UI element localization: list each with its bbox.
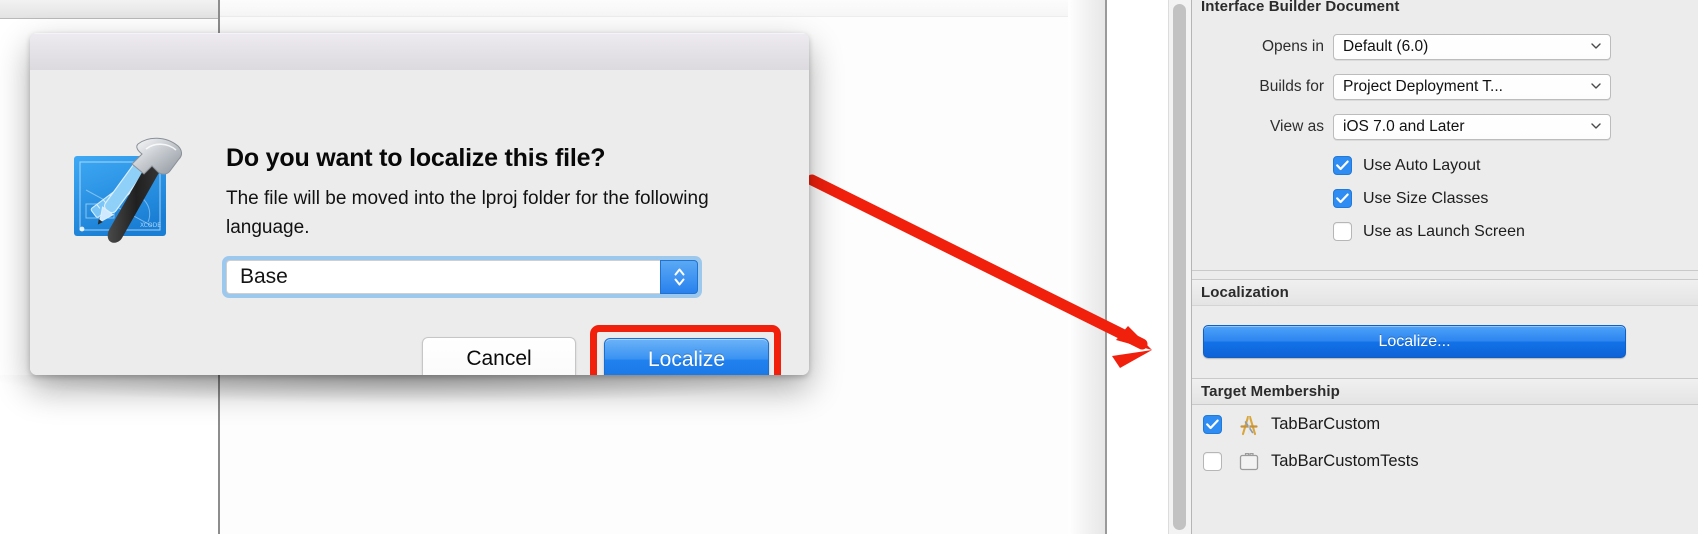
checkbox-use-auto-layout[interactable] — [1333, 156, 1352, 175]
label-use-size-classes: Use Size Classes — [1363, 189, 1489, 207]
dialog-titlebar[interactable] — [30, 33, 809, 71]
label-use-as-launch-screen: Use as Launch Screen — [1363, 222, 1525, 240]
row-opens-in: Opens in Default (6.0) — [1192, 34, 1698, 60]
screen-root: Interface Builder Document Opens in Defa… — [0, 0, 1698, 534]
cancel-button-label: Cancel — [466, 347, 532, 370]
inspector-content: Interface Builder Document Opens in Defa… — [1191, 0, 1698, 534]
svg-text:XCODE: XCODE — [140, 222, 161, 229]
annotation-highlight-box — [590, 325, 781, 375]
test-bundle-target-icon — [1236, 450, 1262, 474]
label-opens-in: Opens in — [1261, 38, 1324, 55]
section-divider — [1192, 270, 1698, 271]
dialog-title: Do you want to localize this file? — [226, 144, 606, 172]
localize-button[interactable]: Localize... — [1203, 325, 1626, 358]
target-membership-list: TabBarCustom TabBarCustomTests — [1192, 406, 1698, 480]
dialog-body: XCODE Do you want to localize this file?… — [30, 70, 809, 375]
checkbox-target-tabbarcustom[interactable] — [1203, 415, 1222, 434]
checkbox-use-as-launch-screen[interactable] — [1333, 222, 1352, 241]
select-opens-in-value: Default (6.0) — [1343, 38, 1429, 55]
target-membership-row-tests[interactable]: TabBarCustomTests — [1192, 443, 1698, 480]
language-select-stepper-icon[interactable] — [660, 260, 698, 294]
checkbox-row-use-as-launch-screen[interactable]: Use as Launch Screen — [1333, 222, 1525, 241]
select-builds-for-value: Project Deployment T... — [1343, 78, 1503, 95]
language-select-value: Base — [240, 265, 288, 288]
select-builds-for[interactable]: Project Deployment T... — [1333, 74, 1611, 100]
label-view-as: View as — [1270, 118, 1324, 135]
section-header-target-membership: Target Membership — [1192, 378, 1698, 405]
section-header-localization: Localization — [1192, 279, 1698, 306]
section-title-interface-builder-document: Interface Builder Document — [1201, 0, 1400, 15]
chevron-down-icon — [1591, 41, 1601, 51]
chevron-down-icon — [1591, 121, 1601, 131]
inspector-scrollbar-thumb[interactable] — [1173, 4, 1186, 530]
localize-button-label: Localize... — [1378, 332, 1451, 350]
checkbox-row-use-size-classes[interactable]: Use Size Classes — [1333, 189, 1488, 208]
checkbox-row-use-auto-layout[interactable]: Use Auto Layout — [1333, 156, 1480, 175]
target-membership-row-app[interactable]: TabBarCustom — [1192, 406, 1698, 443]
row-builds-for: Builds for Project Deployment T... — [1192, 74, 1698, 100]
editor-canvas-edge-shade — [1068, 0, 1105, 534]
xcode-app-target-icon — [1236, 413, 1262, 437]
label-builds-for: Builds for — [1259, 78, 1324, 95]
target-label-tabbarcustomtests: TabBarCustomTests — [1271, 452, 1419, 470]
checkbox-target-tabbarcustomtests[interactable] — [1203, 452, 1222, 471]
chevron-down-icon — [1591, 81, 1601, 91]
localization-divider — [1192, 305, 1698, 306]
section-title-localization: Localization — [1201, 284, 1289, 301]
language-select[interactable]: Base — [222, 256, 702, 298]
label-use-auto-layout: Use Auto Layout — [1363, 156, 1481, 174]
section-header-interface-builder-document: Interface Builder Document — [1192, 0, 1698, 18]
navigator-pane-header — [0, 0, 218, 19]
select-view-as[interactable]: iOS 7.0 and Later — [1333, 114, 1611, 140]
row-view-as: View as iOS 7.0 and Later — [1192, 114, 1698, 140]
editor-canvas-jumpbar — [220, 0, 1105, 17]
section-title-target-membership: Target Membership — [1201, 383, 1340, 400]
cancel-button[interactable]: Cancel — [422, 337, 576, 375]
select-view-as-value: iOS 7.0 and Later — [1343, 118, 1465, 135]
utilities-inspector-panel: Interface Builder Document Opens in Defa… — [1122, 0, 1698, 534]
checkbox-use-size-classes[interactable] — [1333, 189, 1352, 208]
xcode-blueprint-hammer-icon: XCODE — [74, 137, 182, 243]
language-select-value-area[interactable]: Base — [226, 260, 660, 294]
localize-file-dialog: XCODE Do you want to localize this file?… — [30, 33, 809, 375]
dialog-message: The file will be moved into the lproj fo… — [226, 188, 709, 238]
select-opens-in[interactable]: Default (6.0) — [1333, 34, 1611, 60]
target-label-tabbarcustom: TabBarCustom — [1271, 415, 1381, 433]
